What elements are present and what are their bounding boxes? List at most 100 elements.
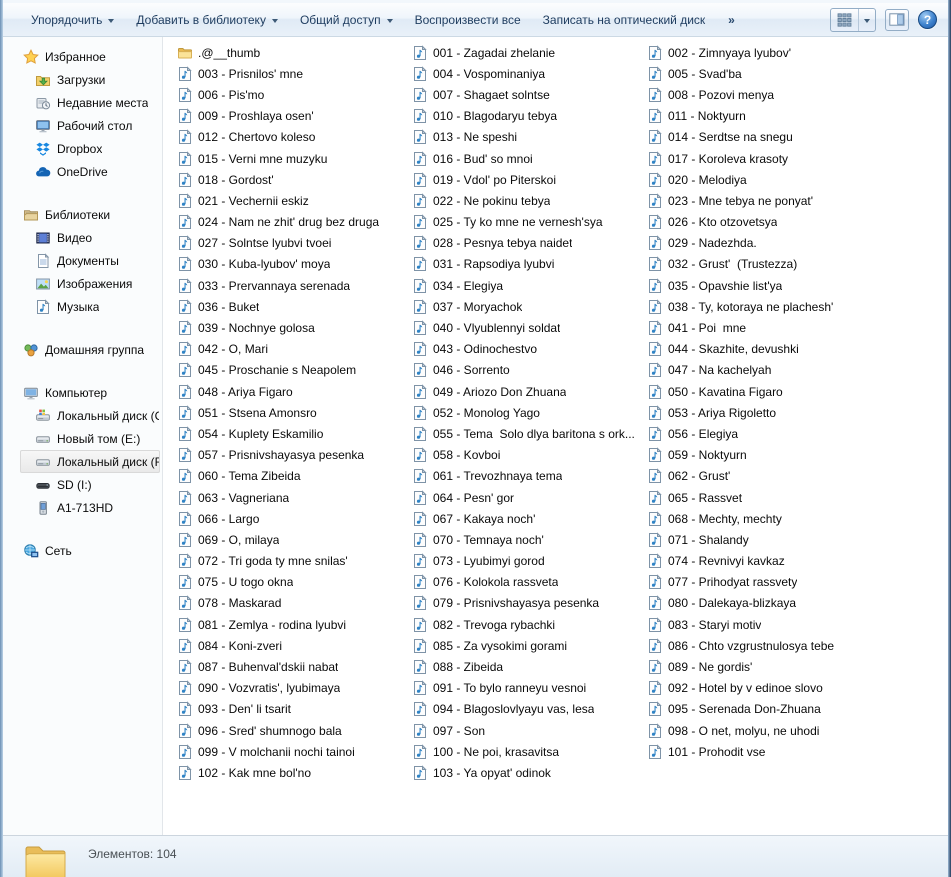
sidebar-item-desktop[interactable]: Рабочий стол	[20, 114, 160, 137]
audio-file-item[interactable]: 052 - Monolog Yago	[411, 402, 646, 423]
audio-file-item[interactable]: 101 - Prohodit vse	[646, 741, 881, 762]
audio-file-item[interactable]: 008 - Pozovi menya	[646, 84, 881, 105]
audio-file-item[interactable]: 021 - Vechernii eskiz	[176, 190, 411, 211]
audio-file-item[interactable]: 065 - Rassvet	[646, 487, 881, 508]
audio-file-item[interactable]: 014 - Serdtse na snegu	[646, 127, 881, 148]
audio-file-item[interactable]: 022 - Ne pokinu tebya	[411, 190, 646, 211]
preview-pane-button[interactable]	[885, 9, 909, 31]
audio-file-item[interactable]: 060 - Tema Zibeida	[176, 466, 411, 487]
audio-file-item[interactable]: 042 - O, Mari	[176, 339, 411, 360]
sidebar-item-video[interactable]: Видео	[20, 226, 160, 249]
audio-file-item[interactable]: 044 - Skazhite, devushki	[646, 339, 881, 360]
sidebar-item-local-disk-f[interactable]: Локальный диск (F:	[20, 450, 160, 473]
audio-file-item[interactable]: 093 - Den' li tsarit	[176, 699, 411, 720]
change-view-dropdown[interactable]	[859, 9, 875, 31]
audio-file-item[interactable]: 032 - Grust' (Trustezza)	[646, 254, 881, 275]
sidebar-item-a1-713hd[interactable]: A1-713HD	[20, 496, 160, 519]
burn-disc-button[interactable]: Записать на оптический диск	[534, 9, 715, 31]
audio-file-item[interactable]: 051 - Stsena Amonsro	[176, 402, 411, 423]
sidebar-item-favorites[interactable]: Избранное	[20, 45, 160, 68]
audio-file-item[interactable]: 053 - Ariya Rigoletto	[646, 402, 881, 423]
audio-file-item[interactable]: 084 - Koni-zveri	[176, 635, 411, 656]
audio-file-item[interactable]: 006 - Pis'mo	[176, 84, 411, 105]
audio-file-item[interactable]: 062 - Grust'	[646, 466, 881, 487]
audio-file-item[interactable]: 020 - Melodiya	[646, 169, 881, 190]
change-view-button[interactable]	[831, 9, 859, 31]
audio-file-item[interactable]: 100 - Ne poi, krasavitsa	[411, 741, 646, 762]
add-to-library-button[interactable]: Добавить в библиотеку	[127, 9, 287, 31]
audio-file-item[interactable]: 068 - Mechty, mechty	[646, 508, 881, 529]
audio-file-item[interactable]: 086 - Chto vzgrustnulosya tebe	[646, 635, 881, 656]
audio-file-item[interactable]: 054 - Kuplety Eskamilio	[176, 423, 411, 444]
audio-file-item[interactable]: 099 - V molchanii nochi tainoi	[176, 741, 411, 762]
audio-file-item[interactable]: 069 - O, milaya	[176, 529, 411, 550]
audio-file-item[interactable]: 027 - Solntse lyubvi tvoei	[176, 233, 411, 254]
audio-file-item[interactable]: 074 - Revnivyi kavkaz	[646, 551, 881, 572]
audio-file-item[interactable]: 061 - Trevozhnaya tema	[411, 466, 646, 487]
audio-file-item[interactable]: 002 - Zimnyaya lyubov'	[646, 42, 881, 63]
audio-file-item[interactable]: 019 - Vdol' po Piterskoi	[411, 169, 646, 190]
organize-button[interactable]: Упорядочить	[22, 9, 123, 31]
audio-file-item[interactable]: 028 - Pesnya tebya naidet	[411, 233, 646, 254]
audio-file-item[interactable]: 102 - Kak mne bol'no	[176, 762, 411, 783]
audio-file-item[interactable]: 081 - Zemlya - rodina lyubvi	[176, 614, 411, 635]
sidebar-item-downloads[interactable]: Загрузки	[20, 68, 160, 91]
sidebar-item-onedrive[interactable]: OneDrive	[20, 160, 160, 183]
audio-file-item[interactable]: 040 - Vlyublennyi soldat	[411, 317, 646, 338]
audio-file-item[interactable]: 056 - Elegiya	[646, 423, 881, 444]
audio-file-item[interactable]: 025 - Ty ko mne ne vernesh'sya	[411, 212, 646, 233]
audio-file-item[interactable]: 088 - Zibeida	[411, 656, 646, 677]
audio-file-item[interactable]: 012 - Chertovo koleso	[176, 127, 411, 148]
toolbar-overflow-chevron[interactable]: »	[724, 11, 739, 29]
audio-file-item[interactable]: 033 - Prervannaya serenada	[176, 275, 411, 296]
audio-file-item[interactable]: 089 - Ne gordis'	[646, 656, 881, 677]
audio-file-item[interactable]: 095 - Serenada Don-Zhuana	[646, 699, 881, 720]
audio-file-item[interactable]: 064 - Pesn' gor	[411, 487, 646, 508]
audio-file-item[interactable]: 049 - Ariozo Don Zhuana	[411, 381, 646, 402]
audio-file-item[interactable]: 091 - To bylo ranneyu vesnoi	[411, 678, 646, 699]
sidebar-item-documents[interactable]: Документы	[20, 249, 160, 272]
sidebar-item-pictures[interactable]: Изображения	[20, 272, 160, 295]
audio-file-item[interactable]: 035 - Opavshie list'ya	[646, 275, 881, 296]
play-all-button[interactable]: Воспроизвести все	[406, 9, 530, 31]
audio-file-item[interactable]: 079 - Prisnivshayasya pesenka	[411, 593, 646, 614]
audio-file-item[interactable]: 047 - Na kachelyah	[646, 360, 881, 381]
audio-file-item[interactable]: 024 - Nam ne zhit' drug bez druga	[176, 212, 411, 233]
audio-file-item[interactable]: 078 - Maskarad	[176, 593, 411, 614]
sidebar-item-sd-i[interactable]: SD (I:)	[20, 473, 160, 496]
audio-file-item[interactable]: 046 - Sorrento	[411, 360, 646, 381]
audio-file-item[interactable]: 039 - Nochnye golosa	[176, 317, 411, 338]
audio-file-item[interactable]: 034 - Elegiya	[411, 275, 646, 296]
audio-file-item[interactable]: 103 - Ya opyat' odinok	[411, 762, 646, 783]
audio-file-item[interactable]: 048 - Ariya Figaro	[176, 381, 411, 402]
sidebar-item-recent-places[interactable]: Недавние места	[20, 91, 160, 114]
audio-file-item[interactable]: 085 - Za vysokimi gorami	[411, 635, 646, 656]
audio-file-item[interactable]: 057 - Prisnivshayasya pesenka	[176, 445, 411, 466]
sidebar-item-network[interactable]: Сеть	[20, 539, 160, 562]
audio-file-item[interactable]: 015 - Verni mne muzyku	[176, 148, 411, 169]
audio-file-item[interactable]: 059 - Noktyurn	[646, 445, 881, 466]
sidebar-item-local-disk-c[interactable]: Локальный диск (C	[20, 404, 160, 427]
audio-file-item[interactable]: 082 - Trevoga rybachki	[411, 614, 646, 635]
audio-file-item[interactable]: 041 - Poi mne	[646, 317, 881, 338]
audio-file-item[interactable]: 058 - Kovboi	[411, 445, 646, 466]
audio-file-item[interactable]: 083 - Staryi motiv	[646, 614, 881, 635]
audio-file-item[interactable]: 077 - Prihodyat rassvety	[646, 572, 881, 593]
audio-file-item[interactable]: 071 - Shalandy	[646, 529, 881, 550]
audio-file-item[interactable]: 063 - Vagneriana	[176, 487, 411, 508]
audio-file-item[interactable]: 038 - Ty, kotoraya ne plachesh'	[646, 296, 881, 317]
audio-file-item[interactable]: 080 - Dalekaya-blizkaya	[646, 593, 881, 614]
folder-item[interactable]: .@__thumb	[176, 42, 411, 63]
audio-file-item[interactable]: 016 - Bud' so mnoi	[411, 148, 646, 169]
audio-file-item[interactable]: 090 - Vozvratis', lyubimaya	[176, 678, 411, 699]
audio-file-item[interactable]: 092 - Hotel by v edinoe slovo	[646, 678, 881, 699]
audio-file-item[interactable]: 004 - Vospominaniya	[411, 63, 646, 84]
audio-file-item[interactable]: 005 - Svad'ba	[646, 63, 881, 84]
audio-file-item[interactable]: 055 - Tema Solo dlya baritona s ork...	[411, 423, 646, 444]
audio-file-item[interactable]: 045 - Proschanie s Neapolem	[176, 360, 411, 381]
audio-file-item[interactable]: 075 - U togo okna	[176, 572, 411, 593]
audio-file-item[interactable]: 031 - Rapsodiya lyubvi	[411, 254, 646, 275]
audio-file-item[interactable]: 010 - Blagodaryu tebya	[411, 106, 646, 127]
audio-file-item[interactable]: 030 - Kuba-lyubov' moya	[176, 254, 411, 275]
audio-file-item[interactable]: 076 - Kolokola rassveta	[411, 572, 646, 593]
